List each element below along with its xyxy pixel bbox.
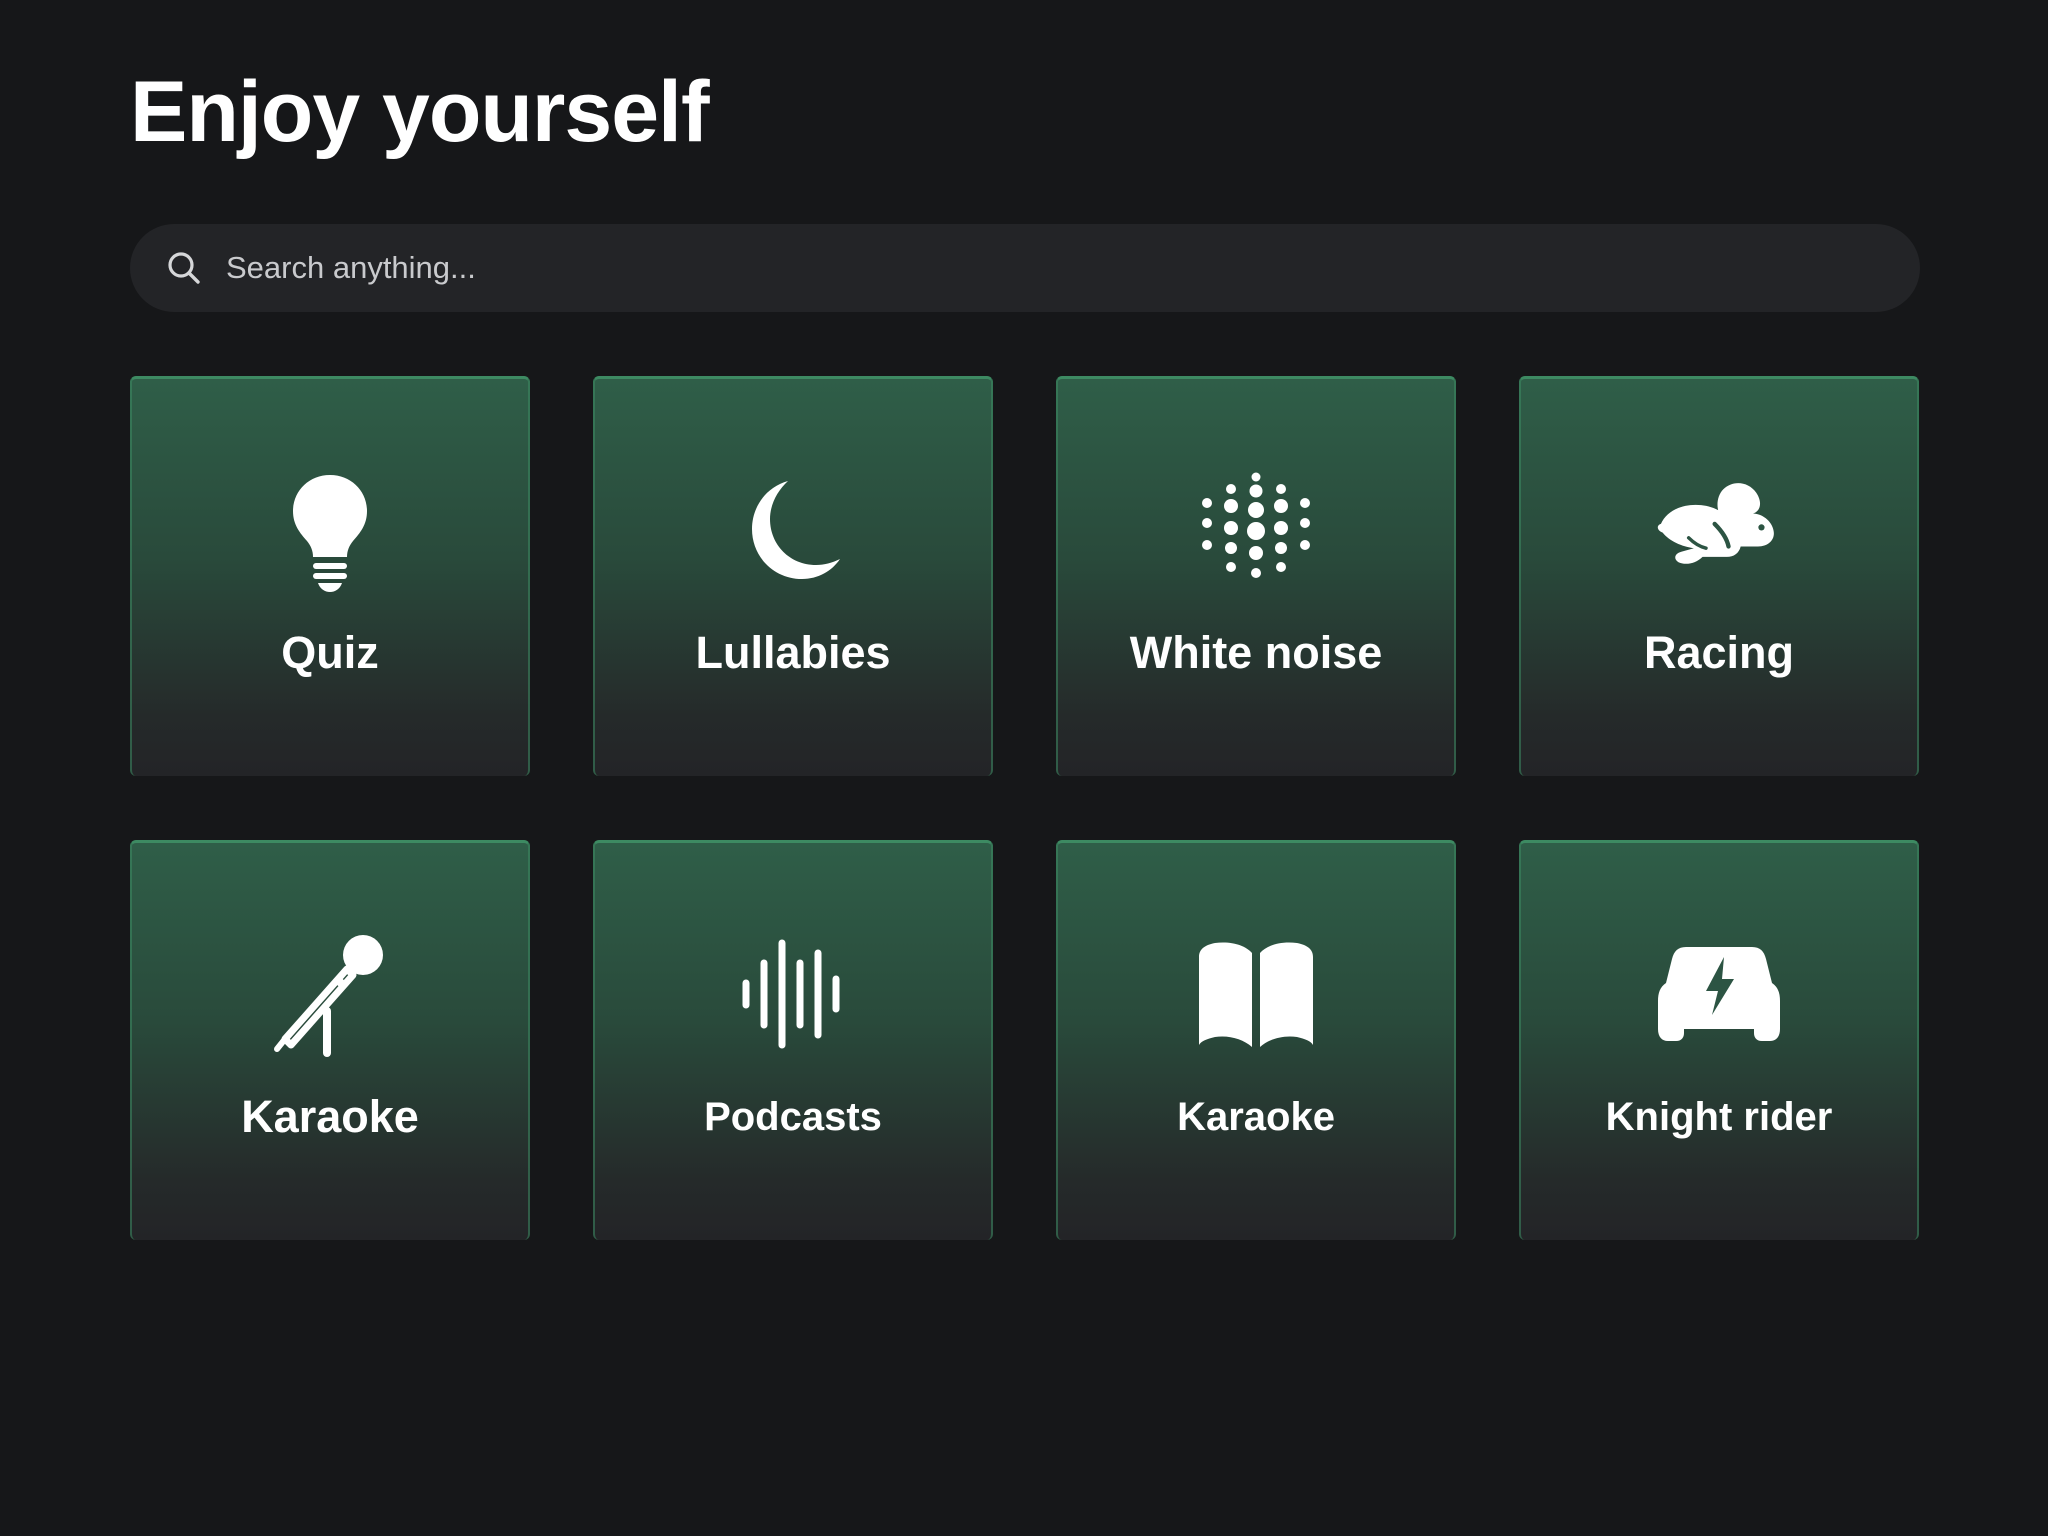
tile-racing[interactable]: Racing (1519, 376, 1919, 776)
tile-karaoke-book[interactable]: Karaoke (1056, 840, 1456, 1240)
tile-knight-rider[interactable]: Knight rider (1519, 840, 1919, 1240)
tile-label: Karaoke (241, 1091, 419, 1142)
electric-car-icon (1654, 929, 1784, 1059)
tile-karaoke-microphone[interactable]: Karaoke (130, 840, 530, 1240)
book-icon (1191, 929, 1321, 1059)
tile-label: Knight rider (1605, 1095, 1833, 1139)
tile-label: White noise (1129, 627, 1383, 678)
lightbulb-icon (265, 465, 395, 595)
tile-label: Karaoke (1177, 1095, 1335, 1139)
tile-label: Quiz (281, 627, 379, 678)
microphone-icon (265, 929, 395, 1059)
tile-label: Racing (1643, 627, 1795, 678)
tile-quiz[interactable]: Quiz (130, 376, 530, 776)
search-bar[interactable] (130, 224, 1920, 312)
soundwave-icon (728, 929, 858, 1059)
app-screen: Enjoy yourself Quiz (0, 0, 2048, 1536)
category-grid: Quiz Lullabies White noise Racing Karaok… (130, 376, 1920, 1240)
moon-icon (728, 465, 858, 595)
white-noise-dots-icon (1191, 465, 1321, 595)
tile-white-noise[interactable]: White noise (1056, 376, 1456, 776)
search-icon (166, 250, 202, 286)
page-title: Enjoy yourself (130, 64, 710, 160)
tile-label: Lullabies (695, 627, 891, 678)
search-input[interactable] (226, 238, 1826, 298)
tile-label: Podcasts (704, 1095, 882, 1139)
tile-podcasts[interactable]: Podcasts (593, 840, 993, 1240)
tile-lullabies[interactable]: Lullabies (593, 376, 993, 776)
rabbit-icon (1654, 465, 1784, 595)
